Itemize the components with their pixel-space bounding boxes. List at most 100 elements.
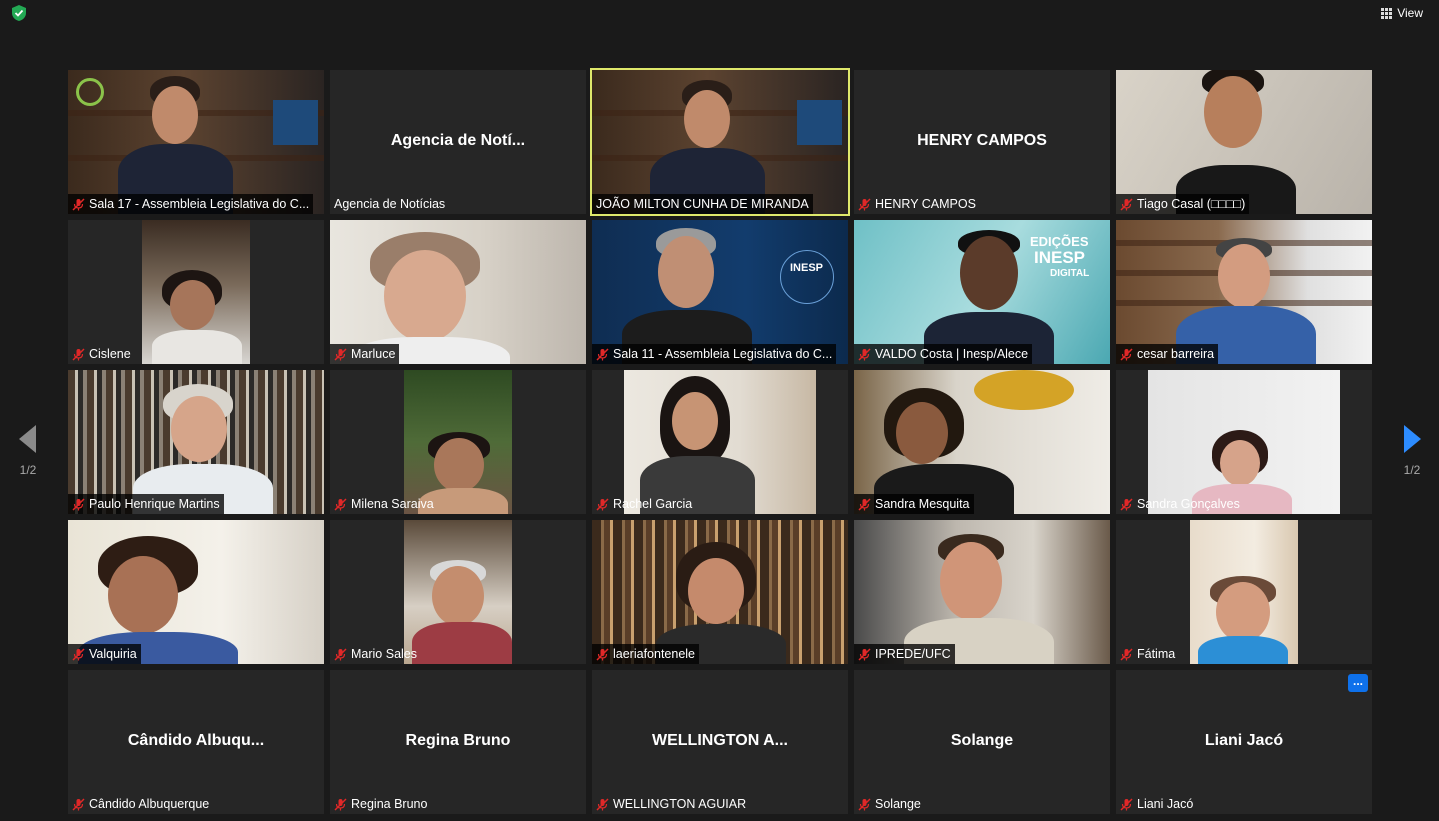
participant-name-tag: Solange: [854, 794, 925, 814]
participant-name: Solange: [875, 797, 921, 811]
participant-video: [68, 370, 324, 514]
arrow-left-icon: [19, 425, 36, 453]
microphone-muted-icon: [1120, 347, 1133, 361]
participant-name-tag: Valquiria: [68, 644, 141, 664]
grid-view-icon: [1381, 7, 1393, 19]
participant-display-name: HENRY CAMPOS: [917, 132, 1047, 149]
participant-tile[interactable]: Sala 17 - Assembleia Legislativa do C...: [68, 70, 324, 214]
participant-display-name: WELLINGTON A...: [652, 732, 788, 749]
participant-name-tag: IPREDE/UFC: [854, 644, 955, 664]
participant-video: [592, 520, 848, 664]
participant-tile[interactable]: HENRY CAMPOS HENRY CAMPOS: [854, 70, 1110, 214]
microphone-muted-icon: [858, 797, 871, 811]
participant-name-tag: Liani Jacó: [1116, 794, 1197, 814]
participant-name: Marluce: [351, 347, 396, 361]
participant-tile[interactable]: Milena Saraiva: [330, 370, 586, 514]
participant-tile[interactable]: Fátima: [1116, 520, 1372, 664]
participant-video: [68, 70, 324, 214]
participant-tile[interactable]: Agencia de Notí... Agencia de Notícias: [330, 70, 586, 214]
view-button[interactable]: View: [1375, 3, 1429, 23]
participant-tile[interactable]: Rachel Garcia: [592, 370, 848, 514]
microphone-muted-icon: [72, 197, 85, 211]
participant-tile[interactable]: Mario Sales: [330, 520, 586, 664]
previous-page-button[interactable]: 1/2: [8, 425, 48, 485]
participant-name-tag: Rachel Garcia: [592, 494, 696, 514]
participant-display-name: Agencia de Notí...: [390, 132, 526, 149]
participant-name-tag: HENRY CAMPOS: [854, 194, 980, 214]
participant-name-tag: WELLINGTON AGUIAR: [592, 794, 750, 814]
participant-video: [404, 370, 512, 514]
more-options-button[interactable]: ...: [1348, 674, 1368, 692]
participant-name-tag: Cândido Albuquerque: [68, 794, 213, 814]
participant-tile[interactable]: Marluce: [330, 220, 586, 364]
microphone-muted-icon: [1120, 797, 1133, 811]
participant-name-tag: Sala 11 - Assembleia Legislativa do C...: [592, 344, 837, 364]
participant-video: [1190, 520, 1298, 664]
participant-name: Regina Bruno: [351, 797, 428, 811]
participant-video: [1148, 370, 1340, 514]
participant-name: Cândido Albuquerque: [89, 797, 210, 811]
participant-tile[interactable]: IPREDE/UFC: [854, 520, 1110, 664]
participant-name-tag: laeriafontenele: [592, 644, 700, 664]
microphone-muted-icon: [1120, 647, 1133, 661]
participant-tile[interactable]: Cislene: [68, 220, 324, 364]
microphone-muted-icon: [72, 647, 85, 661]
participant-name-tag: Paulo Henrique Martins: [68, 494, 224, 514]
participant-video: [68, 520, 324, 664]
participant-video: [1116, 220, 1372, 364]
participant-name: VALDO Costa | Inesp/Alece: [875, 347, 1029, 361]
participant-video: [404, 520, 512, 664]
participant-tile[interactable]: ... Liani Jacó Liani Jacó: [1116, 670, 1372, 814]
edicoes-logo-text: EDIÇÕES: [1030, 234, 1089, 249]
microphone-muted-icon: [72, 497, 85, 511]
participant-name: Agencia de Notícias: [334, 197, 446, 211]
participant-tile[interactable]: Valquiria: [68, 520, 324, 664]
participant-name-tag: Cislene: [68, 344, 135, 364]
participant-tile[interactable]: Solange Solange: [854, 670, 1110, 814]
participant-name: Rachel Garcia: [613, 497, 693, 511]
participant-tile[interactable]: Paulo Henrique Martins: [68, 370, 324, 514]
participant-name-tag: Agencia de Notícias: [330, 194, 449, 214]
microphone-muted-icon: [334, 347, 347, 361]
participant-video: [854, 520, 1110, 664]
participant-name: Sala 11 - Assembleia Legislativa do C...: [613, 347, 833, 361]
inesp-brand-text: INESP: [1034, 248, 1086, 267]
microphone-muted-icon: [334, 797, 347, 811]
microphone-muted-icon: [1120, 197, 1133, 211]
participant-name-tag: VALDO Costa | Inesp/Alece: [854, 344, 1033, 364]
microphone-muted-icon: [1120, 497, 1133, 511]
participant-tile[interactable]: laeriafontenele: [592, 520, 848, 664]
microphone-muted-icon: [596, 797, 609, 811]
participant-tile[interactable]: Sandra Mesquita: [854, 370, 1110, 514]
participant-name: WELLINGTON AGUIAR: [613, 797, 747, 811]
participant-name: Milena Saraiva: [351, 497, 434, 511]
participant-tile[interactable]: Tiago Casal (□□□□): [1116, 70, 1372, 214]
participant-name-tag: Mario Sales: [330, 644, 421, 664]
participant-name: Paulo Henrique Martins: [89, 497, 220, 511]
next-page-button[interactable]: 1/2: [1392, 425, 1432, 485]
microphone-muted-icon: [72, 797, 85, 811]
participant-tile[interactable]: cesar barreira: [1116, 220, 1372, 364]
page-indicator-right: 1/2: [1403, 463, 1421, 477]
participant-video: [330, 220, 586, 364]
participant-name: laeriafontenele: [613, 647, 696, 661]
microphone-muted-icon: [858, 497, 871, 511]
participant-tile[interactable]: INESP Sala 11 - Assembleia Legislativa d…: [592, 220, 848, 364]
participant-tile[interactable]: Cândido Albuqu... Cândido Albuquerque: [68, 670, 324, 814]
microphone-muted-icon: [72, 347, 85, 361]
participant-video: [142, 220, 250, 364]
participant-name-tag: Sala 17 - Assembleia Legislativa do C...: [68, 194, 314, 214]
participant-tile[interactable]: WELLINGTON A... WELLINGTON AGUIAR: [592, 670, 848, 814]
microphone-muted-icon: [858, 347, 871, 361]
encryption-shield-icon[interactable]: [10, 4, 28, 22]
participant-name: Sandra Mesquita: [875, 497, 970, 511]
microphone-muted-icon: [596, 497, 609, 511]
page-indicator-left: 1/2: [19, 463, 37, 477]
microphone-muted-icon: [596, 647, 609, 661]
arrow-right-icon: [1404, 425, 1421, 453]
participant-tile[interactable]: Sandra Gonçalves: [1116, 370, 1372, 514]
participant-name: Cislene: [89, 347, 131, 361]
active-speaker-tile[interactable]: JOÃO MILTON CUNHA DE MIRANDA: [590, 68, 850, 216]
participant-tile[interactable]: Regina Bruno Regina Bruno: [330, 670, 586, 814]
participant-tile[interactable]: EDIÇÕES INESP DIGITAL VALDO Costa | Ines…: [854, 220, 1110, 364]
